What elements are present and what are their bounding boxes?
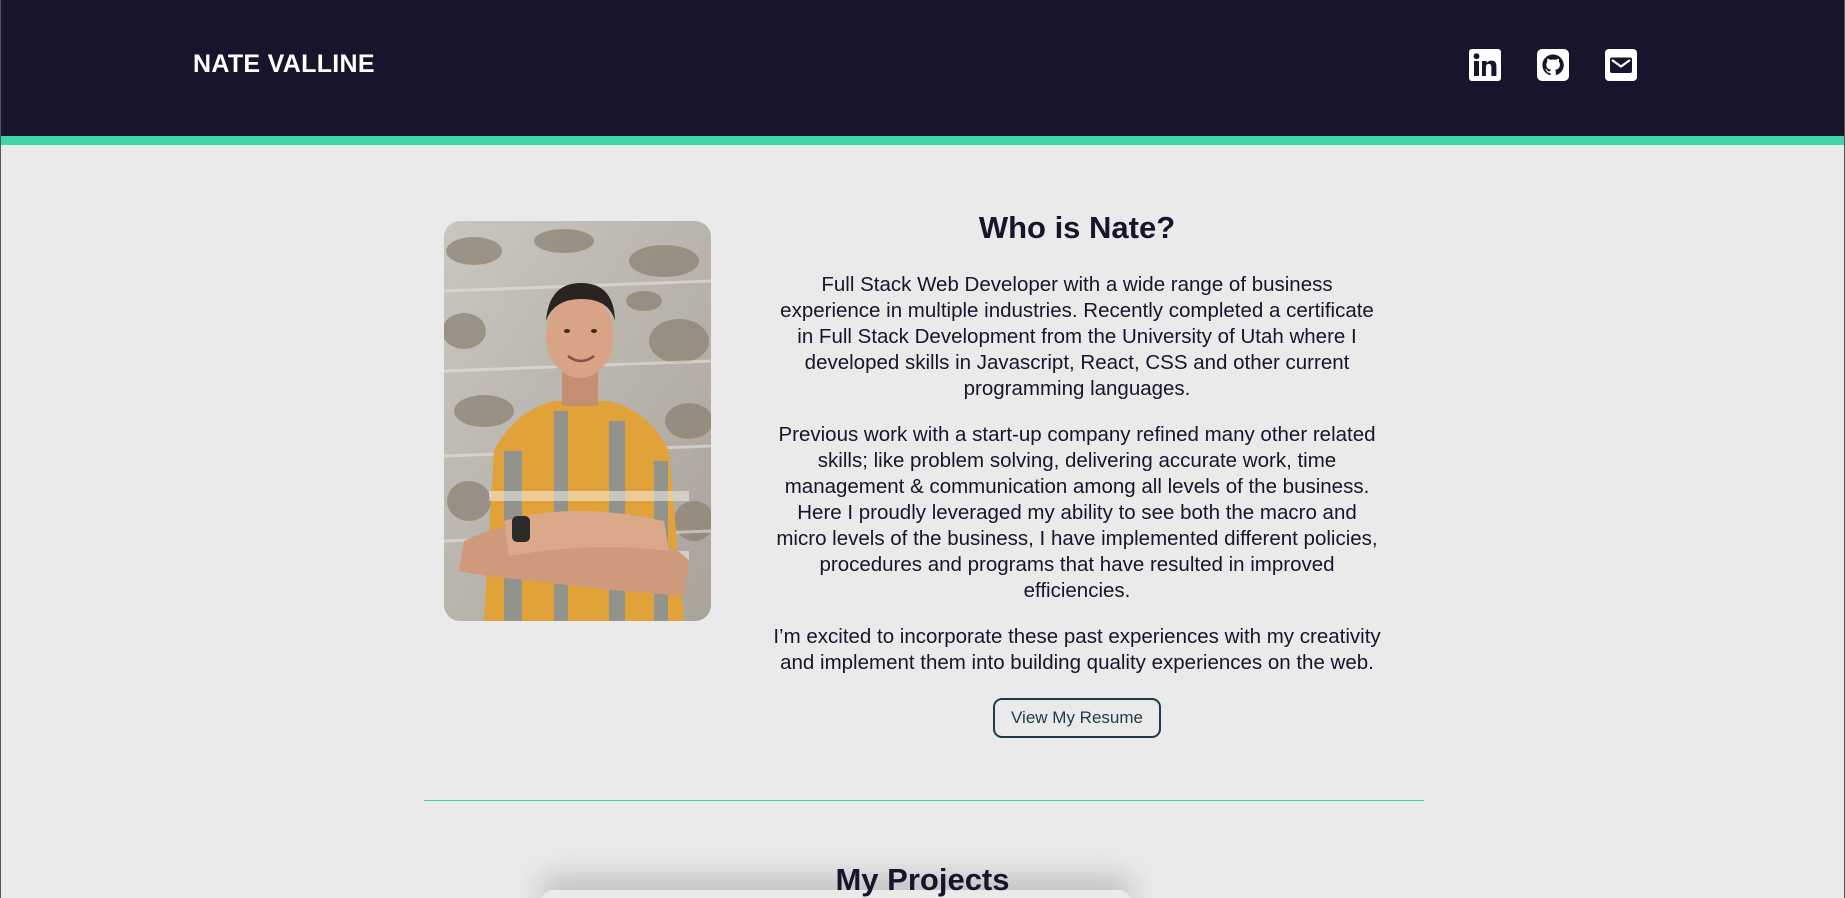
email-icon bbox=[1605, 49, 1637, 81]
about-paragraph-2: Previous work with a start-up company re… bbox=[776, 423, 1378, 602]
header-accent-bar bbox=[1, 136, 1844, 145]
about-paragraph-3: I’m excited to incorporate these past ex… bbox=[773, 625, 1381, 674]
about-title: Who is Nate? bbox=[978, 210, 1176, 245]
site-header: NATE VALLINE bbox=[1, 0, 1844, 136]
projects-title: My Projects bbox=[835, 862, 1010, 897]
github-icon bbox=[1537, 49, 1569, 81]
about-paragraph-1: Full Stack Web Developer with a wide ran… bbox=[780, 273, 1374, 400]
profile-photo bbox=[444, 221, 711, 621]
email-link[interactable] bbox=[1604, 48, 1638, 82]
linkedin-link[interactable] bbox=[1468, 48, 1502, 82]
linkedin-icon bbox=[1469, 49, 1501, 81]
brand-name[interactable]: NATE VALLINE bbox=[193, 50, 375, 79]
github-link[interactable] bbox=[1536, 48, 1570, 82]
view-resume-button[interactable]: View My Resume bbox=[993, 698, 1161, 738]
section-divider bbox=[424, 800, 1424, 801]
page: NATE VALLINE Who is Nate? Full Stack Web… bbox=[0, 0, 1845, 898]
about-section: Who is Nate? Full Stack Web Developer wi… bbox=[771, 206, 1383, 738]
